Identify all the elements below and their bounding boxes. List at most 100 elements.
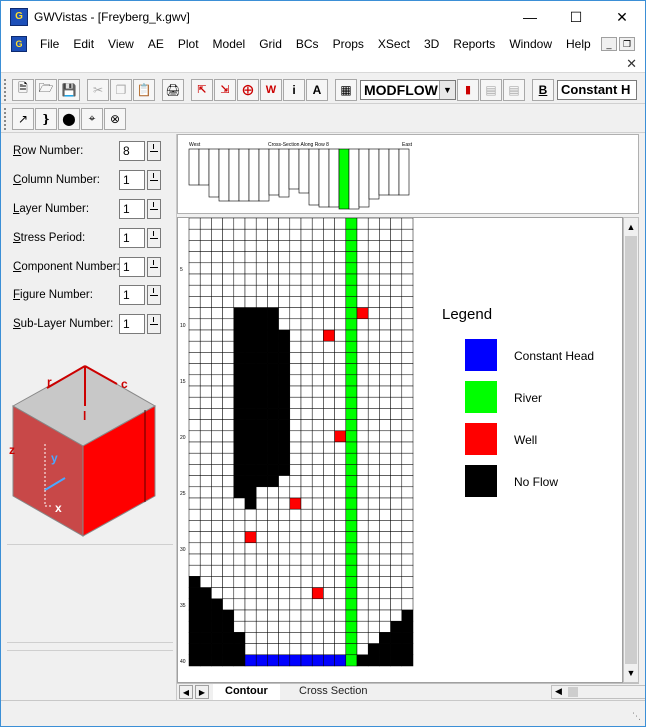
no-flow-cell: [222, 609, 235, 622]
grid-cell: [244, 553, 257, 566]
open-file-button[interactable]: 🗁: [35, 78, 57, 101]
field-input[interactable]: 1: [119, 228, 145, 248]
model-results-button[interactable]: ▤: [503, 78, 525, 101]
cross-section-column: [188, 148, 200, 186]
grid-cell: [244, 284, 257, 297]
grid-cell: [323, 564, 335, 577]
menu-view[interactable]: View: [101, 33, 141, 55]
vertical-scrollbar[interactable]: ▲ ▼: [623, 217, 639, 683]
field-input[interactable]: 1: [119, 199, 145, 219]
pick-tool-button[interactable]: ↗: [12, 107, 34, 130]
tab-prev-icon[interactable]: ◀: [179, 685, 193, 699]
horizontal-scrollbar[interactable]: ◀ ▶: [551, 685, 645, 699]
bc-type-select[interactable]: Constant H: [557, 79, 637, 100]
model-select[interactable]: MODFLOW ▼: [360, 79, 456, 100]
bc-button[interactable]: B: [532, 78, 554, 101]
menu-edit[interactable]: Edit: [66, 33, 101, 55]
document-icon[interactable]: G: [11, 36, 27, 52]
drawing-toolbar-grip[interactable]: [4, 107, 8, 130]
new-file-button[interactable]: 🗎: [12, 78, 34, 101]
app-window: G GWVistas - [Freyberg_k.gwv] — ☐ ✕ G Fi…: [0, 0, 646, 727]
line-tool-button[interactable]: ❵: [35, 107, 57, 130]
model-output-button[interactable]: ▤: [480, 78, 502, 101]
menu-3d[interactable]: 3D: [417, 33, 446, 55]
print-button[interactable]: 🖨: [162, 78, 184, 101]
menu-bcs[interactable]: BCs: [289, 33, 326, 55]
paste-button[interactable]: 📋: [133, 78, 155, 101]
spin-button[interactable]: [147, 285, 161, 305]
grid-cell: [267, 508, 279, 521]
grid-cell: [390, 520, 403, 532]
field-input[interactable]: 1: [119, 170, 145, 190]
zoom-out-button[interactable]: ⇲: [214, 78, 236, 101]
grid-cell: [222, 598, 235, 611]
field-input[interactable]: 1: [119, 257, 145, 277]
menu-plot[interactable]: Plot: [171, 33, 206, 55]
toolbar-grip[interactable]: [4, 78, 8, 101]
cut-button[interactable]: ✂: [87, 78, 109, 101]
zoom-in-button[interactable]: ⇱: [191, 78, 213, 101]
save-button[interactable]: 💾: [58, 78, 80, 101]
annotate-button[interactable]: A: [306, 78, 328, 101]
grid-cell: [311, 520, 324, 532]
field-input[interactable]: 1: [119, 285, 145, 305]
ellipse-tool-button[interactable]: ⬤: [58, 107, 80, 130]
delete-tool-button[interactable]: ⊗: [104, 107, 126, 130]
point-tool-button[interactable]: ⌖: [81, 107, 103, 130]
copy-button[interactable]: ❐: [110, 78, 132, 101]
maximize-button[interactable]: ☐: [553, 1, 599, 33]
gwvistas-app-icon[interactable]: G: [10, 8, 28, 26]
no-flow-cell: [401, 620, 414, 633]
menu-xsect[interactable]: XSect: [371, 33, 417, 55]
menu-model[interactable]: Model: [206, 33, 253, 55]
menu-ae[interactable]: AE: [141, 33, 171, 55]
menu-reports[interactable]: Reports: [446, 33, 502, 55]
minimize-button[interactable]: —: [507, 1, 553, 33]
zoom-previous-button[interactable]: ⨁: [237, 78, 259, 101]
grid-cell: [311, 396, 324, 409]
tab-next-icon[interactable]: ▶: [195, 685, 209, 699]
hscroll-thumb[interactable]: [568, 687, 578, 697]
grid-map-panel[interactable]: 5 10 15 20 25 30 35 40 Legend Constant Head Rive…: [177, 217, 623, 683]
grid-cell: [211, 464, 223, 476]
spin-button[interactable]: [147, 170, 161, 190]
scroll-left-icon[interactable]: ◀: [555, 686, 562, 697]
cross-section-panel[interactable]: West Cross-Section Along Row 8 East: [177, 134, 639, 214]
no-flow-cell: [267, 340, 279, 353]
zoom-window-button[interactable]: W: [260, 78, 282, 101]
mdi-minimize-button[interactable]: _: [601, 37, 617, 51]
spin-button[interactable]: [147, 228, 161, 248]
tab-cross-section[interactable]: Cross Section: [287, 684, 380, 700]
field-input[interactable]: 1: [119, 314, 145, 334]
spin-button[interactable]: [147, 314, 161, 334]
tab-contour[interactable]: Contour: [213, 684, 280, 700]
grid-cell: [188, 307, 201, 320]
scroll-up-icon[interactable]: ▲: [625, 220, 637, 234]
spin-button[interactable]: [147, 199, 161, 219]
menu-grid[interactable]: Grid: [252, 33, 289, 55]
calculator-button[interactable]: ▦: [335, 78, 357, 101]
info-button[interactable]: i: [283, 78, 305, 101]
mdi-restore-button[interactable]: ❐: [619, 37, 635, 51]
menu-help[interactable]: Help: [559, 33, 598, 55]
menu-window[interactable]: Window: [502, 33, 559, 55]
field-label: Column Number:: [13, 174, 100, 186]
menu-props[interactable]: Props: [326, 33, 371, 55]
mdi-close-icon[interactable]: ✕: [626, 56, 637, 72]
grid-cell: [278, 228, 291, 241]
spin-button[interactable]: [147, 257, 161, 277]
resize-grip-icon[interactable]: ⋱: [632, 711, 641, 722]
well-cell: [311, 587, 324, 600]
scroll-down-icon[interactable]: ▼: [625, 666, 637, 680]
spin-button[interactable]: [147, 141, 161, 161]
run-model-button[interactable]: ▮: [457, 78, 479, 101]
grid-cell: [199, 296, 212, 308]
grid-cell: [222, 542, 235, 555]
no-flow-cell: [233, 452, 246, 465]
no-flow-cell: [390, 643, 403, 656]
close-button[interactable]: ✕: [599, 1, 645, 33]
scroll-thumb[interactable]: [625, 236, 637, 664]
no-flow-cell: [255, 374, 268, 387]
field-input[interactable]: 8: [119, 141, 145, 161]
menu-file[interactable]: File: [33, 33, 66, 55]
